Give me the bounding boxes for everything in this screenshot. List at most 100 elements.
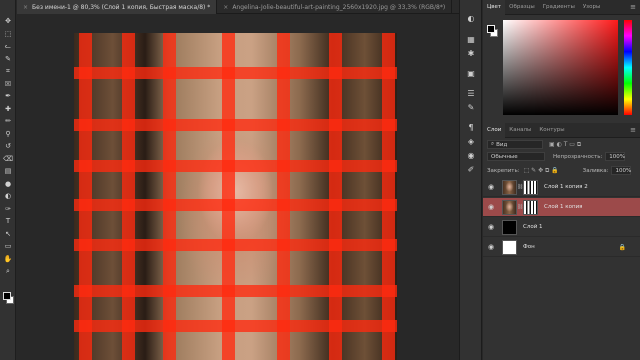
layers-panel-tabs: Слои Каналы Контуры ≡ — [483, 122, 640, 138]
layer-name[interactable]: Фон — [523, 244, 535, 250]
frame-icon[interactable]: ☒ — [2, 79, 14, 89]
blend-mode-value: Обычные — [491, 153, 518, 160]
type-icon[interactable]: T — [2, 216, 14, 226]
search-icon: ⌕ — [491, 141, 495, 147]
tab-close-icon[interactable]: × — [23, 4, 28, 11]
grid-stripe-vertical — [79, 33, 92, 360]
stamp-icon[interactable]: ⚲ — [2, 129, 14, 139]
dodge-icon[interactable]: ◐ — [2, 191, 14, 201]
visibility-eye-icon[interactable]: ◉ — [485, 183, 497, 191]
shape-icon[interactable]: ▭ — [2, 241, 14, 251]
layers-panel: Слои Каналы Контуры ≡ ⌕ Вид ▣ ◐ T ▭ ⧉ Об… — [483, 122, 640, 360]
tab-title: Без имени-1 @ 80,3% (Слой 1 копия, Быстр… — [32, 3, 211, 11]
grid-stripe-horizontal — [74, 285, 397, 297]
right-panels: Цвет Образцы Градиенты Узоры ≡ Слои Кана… — [483, 0, 640, 360]
layer-name[interactable]: Слой 1 копия 2 — [544, 184, 588, 190]
brush-settings-icon[interactable]: ✎ — [465, 102, 477, 112]
eraser-icon[interactable]: ⌫ — [2, 154, 14, 164]
healing-icon[interactable]: ✚ — [2, 104, 14, 114]
hand-icon[interactable]: ✋ — [2, 254, 14, 264]
layer-thumbnail[interactable] — [502, 179, 517, 195]
panel-foreground-swatch[interactable] — [487, 25, 495, 33]
lock-icons[interactable]: ⬚ ✎ ✥ ⧉ 🔒 — [524, 167, 559, 175]
layer-row[interactable]: ◉ ⛓ Слой 1 копия 2 — [483, 178, 640, 197]
fill-value: 100% — [615, 167, 632, 174]
history-panel-icon[interactable]: ☰ — [465, 88, 477, 98]
libraries-panel-icon[interactable]: ▣ — [465, 68, 477, 78]
tab-close-icon[interactable]: × — [223, 4, 228, 11]
panel-menu-icon[interactable]: ≡ — [630, 126, 636, 134]
move-icon[interactable]: ✥ — [2, 16, 14, 26]
tab-channels[interactable]: Каналы — [505, 123, 535, 138]
grid-stripe-horizontal — [74, 160, 397, 172]
layer-name[interactable]: Слой 1 — [523, 224, 543, 230]
layer-filter-label: Вид — [496, 141, 508, 148]
tab-paths[interactable]: Контуры — [535, 123, 568, 138]
crop-icon[interactable]: ⌗ — [2, 66, 14, 76]
grid-stripe-vertical — [382, 33, 395, 360]
marquee-icon[interactable]: ⬚ — [2, 29, 14, 39]
layer-mask-thumbnail[interactable] — [523, 179, 538, 195]
red-grid-overlay — [74, 33, 397, 360]
tab-swatches[interactable]: Образцы — [505, 0, 539, 15]
grid-stripe-horizontal — [74, 67, 397, 79]
document-tab[interactable]: × Angelina-Jolie-beautiful-art-painting_… — [217, 0, 453, 14]
document-image[interactable] — [74, 33, 397, 360]
layer-thumbnail[interactable] — [502, 219, 517, 235]
lasso-icon[interactable]: ᓚ — [2, 41, 14, 51]
quick-select-icon[interactable]: ✎ — [2, 54, 14, 64]
document-tab-active[interactable]: × Без имени-1 @ 80,3% (Слой 1 копия, Быс… — [17, 0, 218, 14]
visibility-eye-icon[interactable]: ◉ — [485, 243, 497, 251]
paragraph-panel-icon[interactable]: ¶ — [465, 122, 477, 132]
layer-row[interactable]: ◉ Слой 1 — [483, 218, 640, 237]
layers-panel-icon[interactable]: ◈ — [465, 136, 477, 146]
opacity-input[interactable]: 100% — [605, 152, 626, 161]
channels-panel-icon[interactable]: ◉ — [465, 150, 477, 160]
adjustments-panel-icon[interactable]: ✱ — [465, 48, 477, 58]
path-select-icon[interactable]: ↖ — [2, 229, 14, 239]
grid-stripe-vertical — [329, 33, 342, 360]
swatches-panel-icon[interactable]: ▦ — [465, 34, 477, 44]
layer-thumbnail[interactable] — [502, 199, 517, 215]
paths-panel-icon[interactable]: ✐ — [465, 164, 477, 174]
hue-slider[interactable] — [624, 20, 632, 115]
visibility-eye-icon[interactable]: ◉ — [485, 203, 497, 211]
eyedropper-icon[interactable]: ✒ — [2, 91, 14, 101]
layer-filter-row: ⌕ Вид ▣ ◐ T ▭ ⧉ — [483, 140, 640, 149]
filter-icons[interactable]: ▣ ◐ T ▭ ⧉ — [549, 141, 581, 149]
pen-icon[interactable]: ✑ — [2, 204, 14, 214]
layer-row[interactable]: ◉ Фон 🔒 — [483, 238, 640, 257]
zoom-icon[interactable]: ⌕ — [2, 266, 14, 276]
foreground-color-swatch[interactable] — [3, 292, 11, 300]
tab-color[interactable]: Цвет — [483, 0, 506, 15]
panel-menu-icon[interactable]: ≡ — [630, 3, 636, 11]
canvas-area[interactable] — [17, 15, 458, 360]
color-picker-field[interactable] — [503, 20, 618, 115]
lock-row: Закрепить: ⬚ ✎ ✥ ⧉ 🔒 Заливка: 100% — [483, 166, 640, 175]
blur-icon[interactable]: ● — [2, 179, 14, 189]
color-panel-tabs: Цвет Образцы Градиенты Узоры ≡ — [483, 0, 640, 15]
visibility-eye-icon[interactable]: ◉ — [485, 223, 497, 231]
grid-stripe-vertical — [222, 33, 235, 360]
grid-stripe-vertical — [277, 33, 290, 360]
layer-row[interactable]: ◉ ⛓ Слой 1 копия — [483, 198, 640, 217]
fill-input[interactable]: 100% — [611, 166, 632, 175]
opacity-value: 100% — [609, 153, 626, 160]
tab-title: Angelina-Jolie-beautiful-art-painting_25… — [232, 3, 446, 11]
layer-mask-thumbnail[interactable] — [523, 199, 538, 215]
history-brush-icon[interactable]: ↺ — [2, 141, 14, 151]
blend-mode-select[interactable]: Обычные — [487, 152, 545, 161]
brush-icon[interactable]: ✏ — [2, 116, 14, 126]
color-panel-icon[interactable]: ◐ — [465, 13, 477, 23]
layer-name[interactable]: Слой 1 копия — [544, 204, 582, 210]
document-tab-bar: × Без имени-1 @ 80,3% (Слой 1 копия, Быс… — [17, 0, 470, 14]
lock-icon: 🔒 — [618, 243, 626, 251]
grid-stripe-vertical — [163, 33, 176, 360]
gradient-icon[interactable]: ▤ — [2, 166, 14, 176]
fill-label: Заливка: — [582, 167, 609, 174]
tab-layers[interactable]: Слои — [483, 122, 506, 138]
layer-thumbnail[interactable] — [502, 239, 517, 255]
tab-patterns[interactable]: Узоры — [579, 0, 604, 15]
layer-filter-select[interactable]: ⌕ Вид — [487, 140, 543, 149]
tab-gradients[interactable]: Градиенты — [539, 0, 579, 15]
